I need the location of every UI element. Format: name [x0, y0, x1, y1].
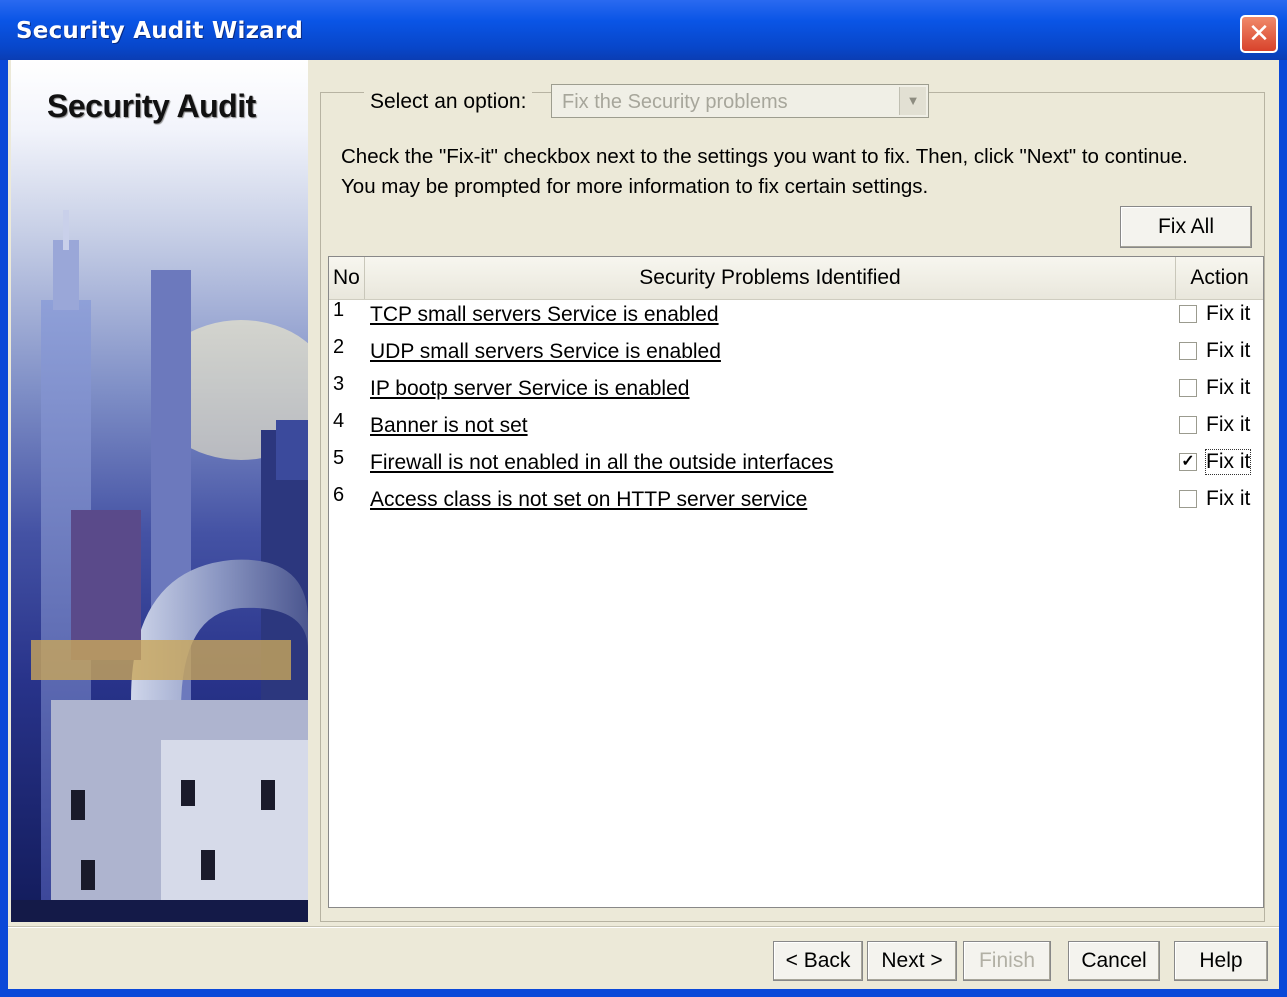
row-number: 5	[333, 447, 345, 469]
next-button[interactable]: Next >	[867, 941, 957, 981]
city-illustration	[11, 210, 308, 922]
cancel-button[interactable]: Cancel	[1068, 941, 1160, 981]
close-button[interactable]: ✕	[1240, 15, 1278, 53]
table-header: No Security Problems Identified Action	[329, 257, 1263, 300]
row-number: 6	[333, 484, 345, 506]
fix-it-label[interactable]: Fix it	[1206, 487, 1250, 511]
instructions-line-2: You may be prompted for more information…	[341, 175, 929, 198]
title-bar: Security Audit Wizard ✕	[0, 0, 1287, 60]
table-row: 6 Access class is not set on HTTP server…	[329, 484, 1263, 521]
problem-link[interactable]: UDP small servers Service is enabled	[370, 340, 721, 364]
instructions-line-1: Check the "Fix-it" checkbox next to the …	[341, 145, 1188, 168]
problem-link[interactable]: IP bootp server Service is enabled	[370, 377, 689, 401]
table-row: 1 TCP small servers Service is enabled F…	[329, 299, 1263, 336]
help-button[interactable]: Help	[1174, 941, 1268, 981]
fix-it-label[interactable]: Fix it	[1206, 302, 1250, 326]
row-number: 4	[333, 410, 345, 432]
fix-all-button[interactable]: Fix All	[1120, 206, 1252, 248]
wizard-window: Security Audit Wizard ✕ Security Audit S…	[0, 0, 1287, 997]
sidebar-banner: Security Audit	[11, 60, 308, 922]
fix-it-label[interactable]: Fix it	[1206, 413, 1250, 437]
problems-table: No Security Problems Identified Action 1…	[328, 256, 1264, 908]
sidebar-title: Security Audit	[47, 88, 256, 124]
fix-it-label[interactable]: Fix it	[1204, 449, 1252, 475]
table-row: 5 Firewall is not enabled in all the out…	[329, 447, 1263, 484]
option-dropdown[interactable]: Fix the Security problems ▼	[551, 84, 929, 118]
fix-it-label[interactable]: Fix it	[1206, 376, 1250, 400]
column-header-action[interactable]: Action	[1176, 257, 1263, 299]
column-header-problems[interactable]: Security Problems Identified	[365, 257, 1176, 299]
fix-it-checkbox[interactable]	[1179, 490, 1197, 508]
fix-it-label[interactable]: Fix it	[1206, 339, 1250, 363]
option-label: Select an option:	[364, 90, 533, 114]
wizard-body: Security Audit Select an option: Fix the…	[8, 60, 1279, 989]
option-dropdown-value: Fix the Security problems	[562, 91, 788, 113]
back-button[interactable]: < Back	[773, 941, 863, 981]
fix-it-checkbox[interactable]	[1179, 305, 1197, 323]
table-row: 2 UDP small servers Service is enabled F…	[329, 336, 1263, 373]
fix-it-checkbox[interactable]	[1179, 342, 1197, 360]
problem-link[interactable]: TCP small servers Service is enabled	[370, 303, 719, 327]
chevron-down-icon[interactable]: ▼	[899, 87, 926, 115]
problem-link[interactable]: Firewall is not enabled in all the outsi…	[370, 451, 833, 475]
footer-divider	[8, 926, 1279, 928]
fix-it-checkbox[interactable]	[1179, 416, 1197, 434]
problem-link[interactable]: Banner is not set	[370, 414, 528, 438]
close-icon: ✕	[1248, 19, 1270, 49]
table-row: 4 Banner is not set Fix it	[329, 410, 1263, 447]
column-header-no[interactable]: No	[329, 257, 365, 299]
row-number: 2	[333, 336, 345, 358]
problem-link[interactable]: Access class is not set on HTTP server s…	[370, 488, 807, 512]
checkmark-icon: ✓	[1181, 453, 1195, 470]
instructions: Check the "Fix-it" checkbox next to the …	[341, 142, 1188, 202]
window-title: Security Audit Wizard	[16, 18, 304, 44]
fix-it-checkbox-checked[interactable]: ✓	[1179, 453, 1197, 471]
finish-button[interactable]: Finish	[963, 941, 1051, 981]
row-number: 3	[333, 373, 345, 395]
table-row: 3 IP bootp server Service is enabled Fix…	[329, 373, 1263, 410]
fix-it-checkbox[interactable]	[1179, 379, 1197, 397]
row-number: 1	[333, 299, 345, 321]
